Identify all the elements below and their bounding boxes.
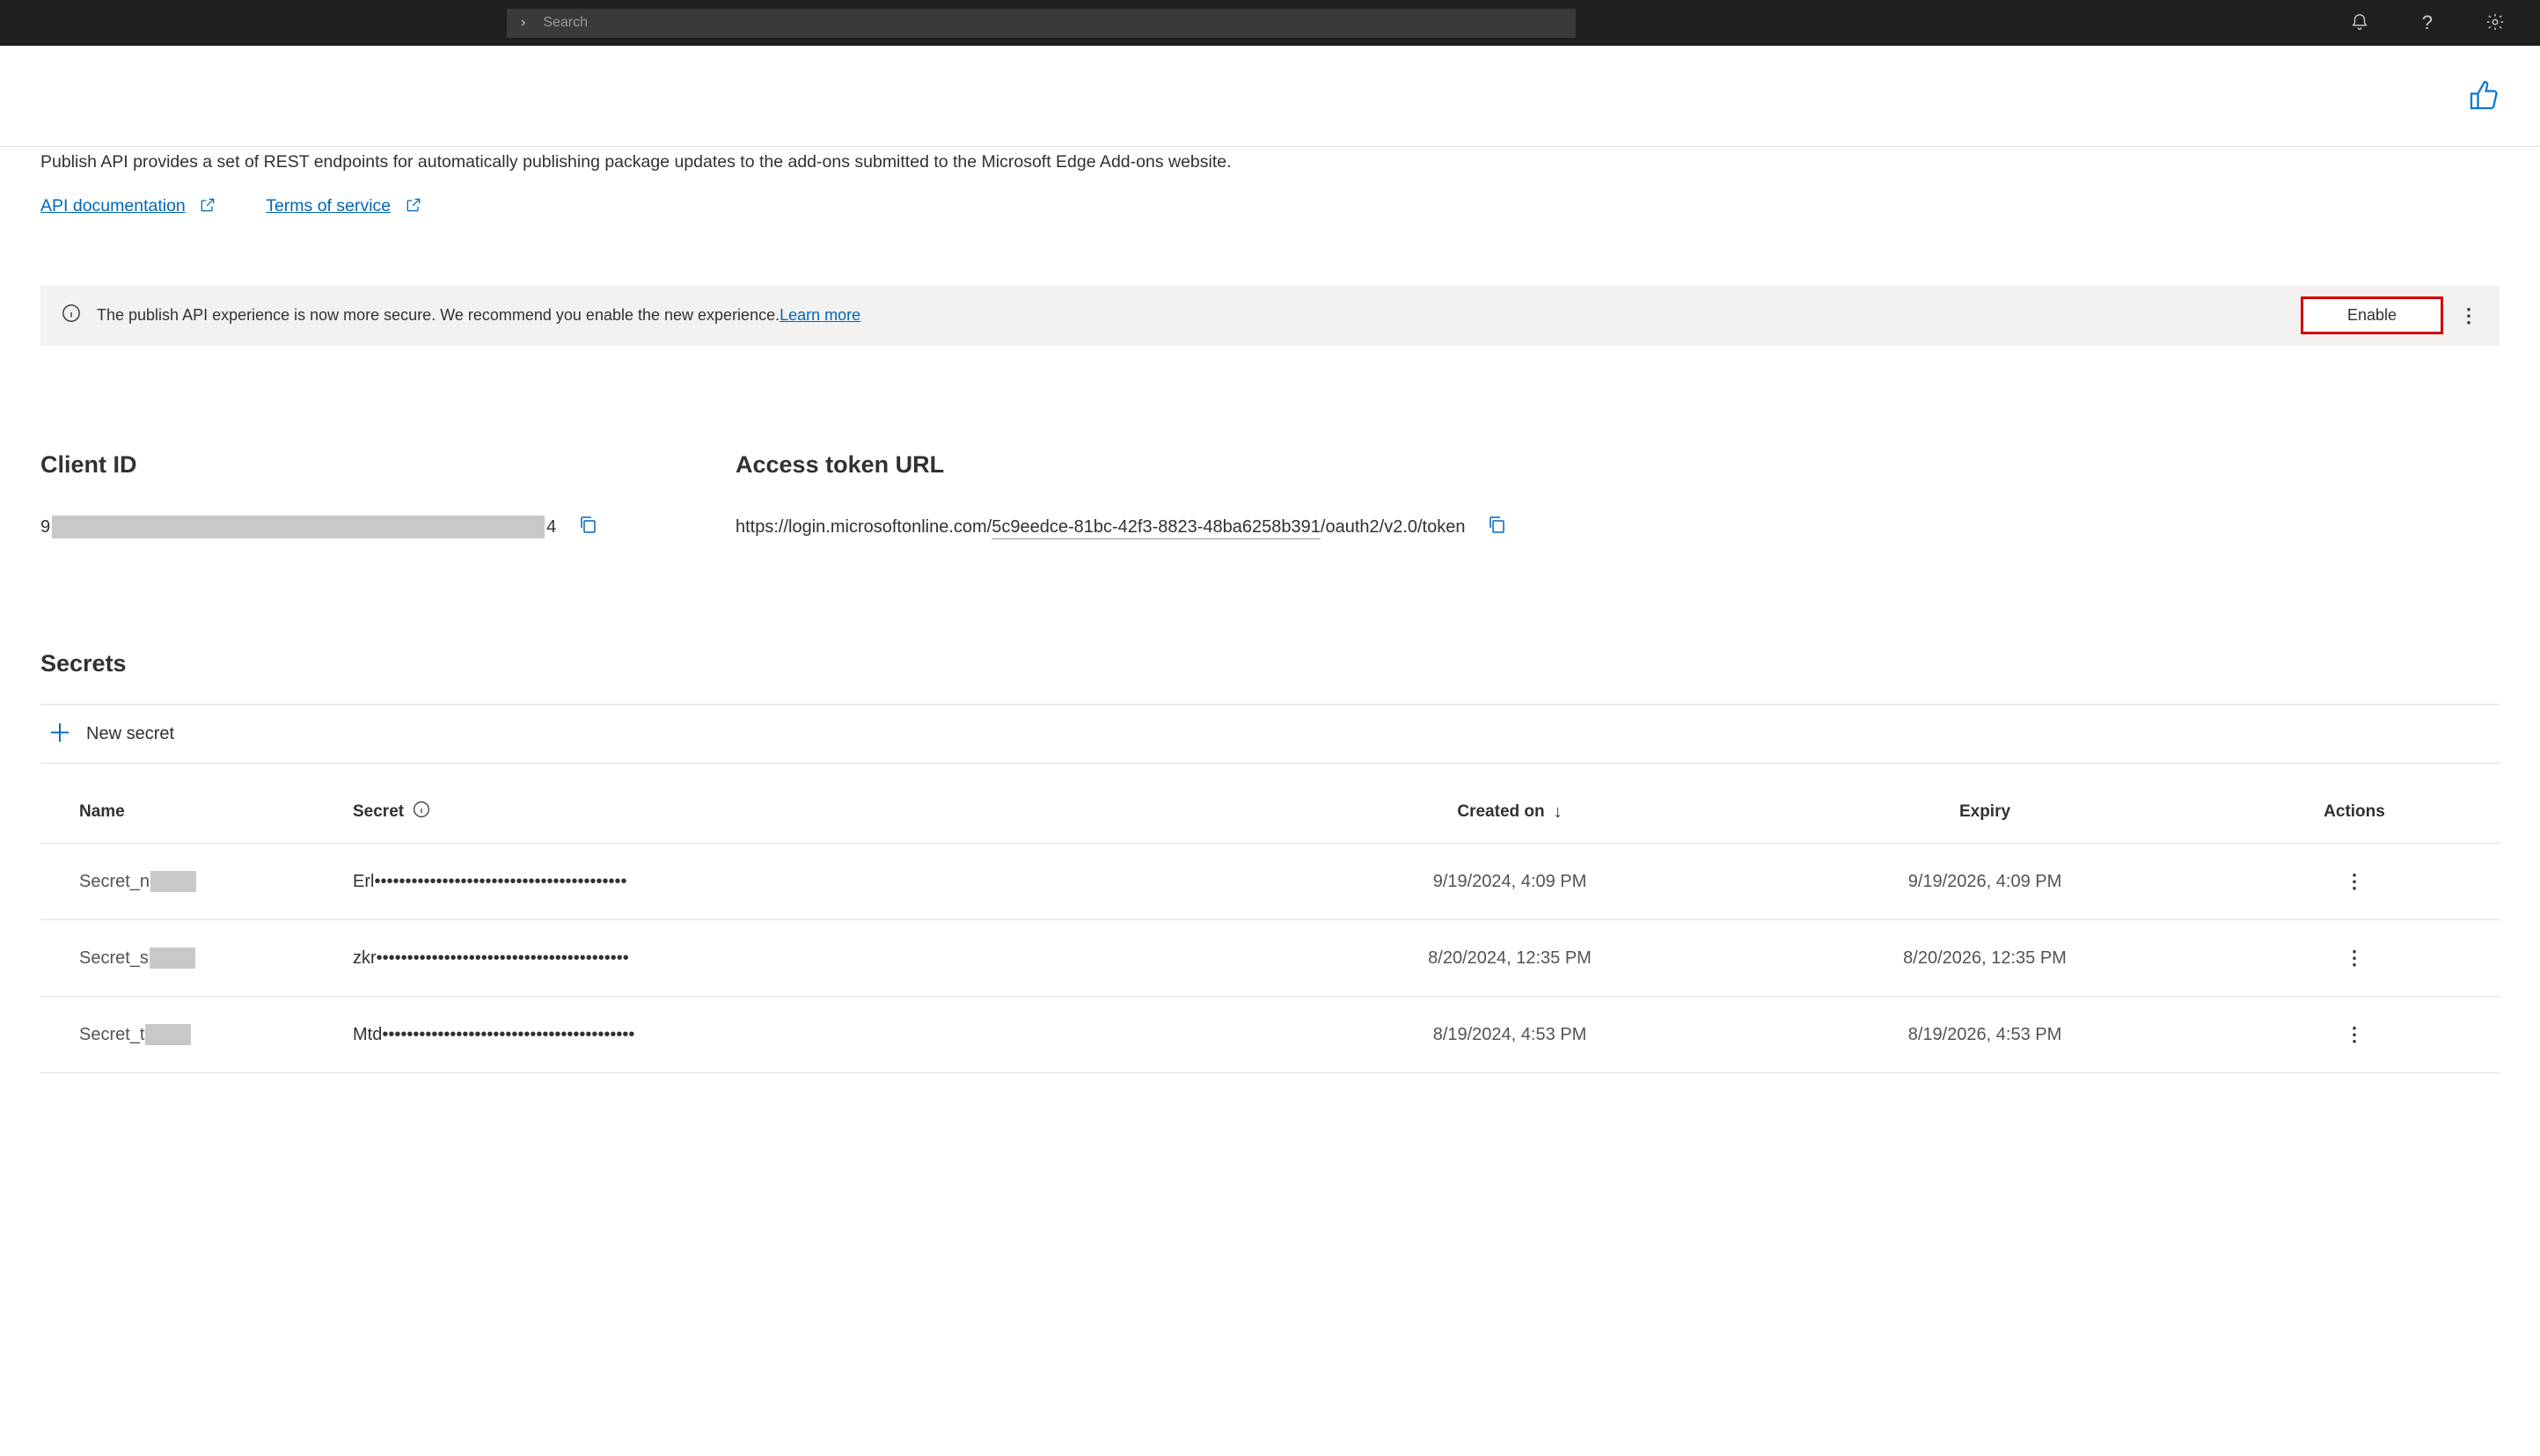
access-token-heading: Access token URL xyxy=(736,451,1507,479)
expiry: 8/19/2026, 4:53 PM xyxy=(1760,1025,2209,1045)
intro-text: Publish API provides a set of REST endpo… xyxy=(40,149,1448,175)
client-id-block: Client ID 9 4 xyxy=(40,451,736,540)
client-id-value: 9 4 xyxy=(40,516,556,538)
redacted-block xyxy=(150,947,195,969)
settings-icon[interactable] xyxy=(2485,12,2505,34)
new-secret-label: New secret xyxy=(86,724,174,744)
new-secret-button[interactable]: ＋ New secret xyxy=(40,718,181,750)
access-token-block: Access token URL https://login.microsoft… xyxy=(736,451,1507,540)
col-actions: Actions xyxy=(2209,802,2500,822)
banner-text: The publish API experience is now more s… xyxy=(97,306,780,325)
credentials-row: Client ID 9 4 Access token URL https://l… xyxy=(40,451,2500,540)
redacted-block xyxy=(145,1024,191,1045)
terms-of-service-link[interactable]: Terms of service xyxy=(266,196,391,216)
feedback-row xyxy=(0,46,2540,147)
table-row: Secret_s zkr••••••••••••••••••••••••••••… xyxy=(40,920,2500,997)
expiry: 9/19/2026, 4:09 PM xyxy=(1760,872,2209,892)
secret-name: Secret_t xyxy=(79,1024,353,1045)
secrets-heading: Secrets xyxy=(40,650,2500,677)
links-row: API documentation Terms of service xyxy=(40,196,2500,219)
info-icon[interactable] xyxy=(413,801,430,823)
secret-value: Erl•••••••••••••••••••••••••••••••••••••… xyxy=(353,872,627,891)
external-link-icon xyxy=(405,196,422,219)
search-placeholder: Search xyxy=(543,15,588,31)
more-actions-icon[interactable]: ⋮ xyxy=(2345,870,2364,893)
chevron-right-icon: › xyxy=(521,15,525,31)
table-row: Secret_n Erl••••••••••••••••••••••••••••… xyxy=(40,844,2500,920)
plus-icon: ＋ xyxy=(48,721,72,746)
created-on: 9/19/2024, 4:09 PM xyxy=(1259,872,1760,892)
redacted-block xyxy=(150,871,196,892)
main-content: Publish API provides a set of REST endpo… xyxy=(0,149,2540,1073)
col-created[interactable]: Created on ↓ xyxy=(1259,802,1760,823)
enable-button[interactable]: Enable xyxy=(2301,296,2443,334)
banner-more-icon[interactable]: ⋮ xyxy=(2459,304,2478,327)
redacted-block xyxy=(52,516,545,538)
col-secret[interactable]: Secret xyxy=(353,801,1259,823)
table-header: Name Secret Created on ↓ Expiry Actions xyxy=(40,781,2500,844)
info-icon xyxy=(62,304,81,327)
more-actions-icon[interactable]: ⋮ xyxy=(2345,947,2364,969)
copy-icon[interactable] xyxy=(1486,514,1507,540)
client-id-heading: Client ID xyxy=(40,451,736,479)
secret-value: zkr•••••••••••••••••••••••••••••••••••••… xyxy=(353,948,629,968)
col-name[interactable]: Name xyxy=(40,802,353,822)
question-icon[interactable]: ? xyxy=(2422,11,2433,34)
access-token-url: https://login.microsoftonline.com/5c9eed… xyxy=(736,517,1465,538)
thumbs-up-icon[interactable] xyxy=(2469,79,2500,113)
secrets-toolbar: ＋ New secret xyxy=(40,704,2500,764)
api-documentation-link[interactable]: API documentation xyxy=(40,196,186,216)
secret-name: Secret_n xyxy=(79,871,353,892)
secrets-table: Name Secret Created on ↓ Expiry Actions … xyxy=(40,781,2500,1073)
notification-icon[interactable] xyxy=(2350,12,2369,34)
top-header: › Search ? xyxy=(0,0,2540,46)
external-link-icon xyxy=(199,196,216,219)
secret-value: Mtd•••••••••••••••••••••••••••••••••••••… xyxy=(353,1025,634,1044)
created-on: 8/19/2024, 4:53 PM xyxy=(1259,1025,1760,1045)
secret-name: Secret_s xyxy=(79,947,353,969)
copy-icon[interactable] xyxy=(577,514,598,540)
more-actions-icon[interactable]: ⋮ xyxy=(2345,1023,2364,1046)
learn-more-link[interactable]: Learn more xyxy=(780,306,860,325)
table-row: Secret_t Mtd••••••••••••••••••••••••••••… xyxy=(40,997,2500,1073)
search-input-container[interactable]: › Search xyxy=(507,9,1576,38)
info-banner: The publish API experience is now more s… xyxy=(40,285,2500,346)
col-expiry[interactable]: Expiry xyxy=(1760,802,2209,822)
created-on: 8/20/2024, 12:35 PM xyxy=(1259,948,1760,969)
sort-down-icon: ↓ xyxy=(1554,802,1563,823)
expiry: 8/20/2026, 12:35 PM xyxy=(1760,948,2209,969)
header-icons: ? xyxy=(2350,11,2505,34)
